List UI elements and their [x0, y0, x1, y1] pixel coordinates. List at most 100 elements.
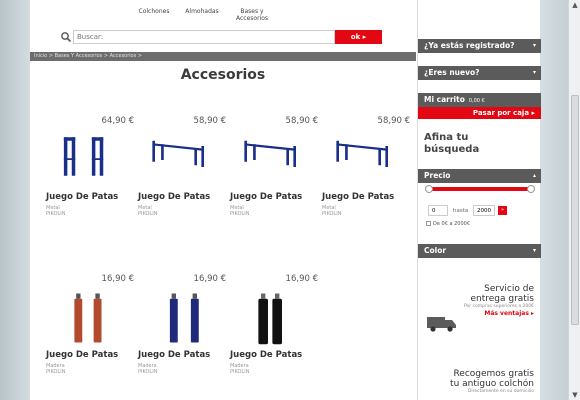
product-name[interactable]: Juego De Patas: [230, 350, 302, 360]
refine-title-line2: búsqueda: [424, 144, 480, 155]
breadcrumb[interactable]: Inicio > Bases Y Accesorios > Accesorios…: [30, 52, 416, 61]
product-price: 58,90 €: [377, 116, 410, 126]
product-image[interactable]: [234, 290, 316, 346]
product-brand: PIKOLIN: [138, 369, 158, 375]
cart-bar[interactable]: Mi carrito 0,00 €: [418, 93, 541, 107]
promo-mattress-pickup: Recogemos gratis tu antiguo colchón Dire…: [450, 369, 534, 395]
chevron-down-icon: ▴: [532, 172, 536, 179]
promo2-subtitle: Directamente en su domicilio: [467, 389, 534, 394]
product-price: 58,90 €: [193, 116, 226, 126]
new-user-bar[interactable]: ¿Eres nuevo? ▾: [418, 66, 541, 80]
chevron-down-icon: ▾: [532, 42, 536, 49]
chevron-down-icon: ▾: [532, 69, 536, 76]
product-price: 58,90 €: [285, 116, 318, 126]
product-card[interactable]: 16,90 € Juego De Patas Madera PIKOLIN: [138, 274, 228, 394]
price-checkbox[interactable]: De 0€ a 2000€: [426, 221, 470, 227]
promo1-title-line2: entrega gratis: [470, 294, 534, 304]
sidebar: ¿Ya estás registrado? ▾ ¿Eres nuevo? ▾ Mi …: [417, 0, 541, 400]
background-left: [0, 0, 30, 400]
nav-bases-line2: Accesorios: [235, 15, 268, 22]
page-title: Accesorios: [180, 67, 266, 83]
checkbox-icon[interactable]: [426, 221, 431, 226]
product-name[interactable]: Juego De Patas: [138, 350, 210, 360]
product-brand: PIKOLIN: [230, 211, 250, 217]
product-name[interactable]: Juego De Patas: [230, 192, 302, 202]
product-brand: PIKOLIN: [138, 211, 158, 217]
new-user-label: ¿Eres nuevo?: [424, 68, 480, 77]
promo1-link-label: Más ventajas: [484, 310, 529, 317]
price-slider-max-handle[interactable]: [527, 185, 535, 193]
search-ok-label: ok: [350, 33, 361, 41]
product-image[interactable]: [142, 290, 224, 346]
scrollbar[interactable]: ▲ ▼: [568, 0, 580, 400]
product-image[interactable]: [142, 132, 224, 188]
cart-label: Mi carrito: [424, 95, 465, 104]
product-meta: Metal PIKOLIN: [230, 205, 249, 217]
product-name[interactable]: Juego De Patas: [322, 192, 394, 202]
promo1-title-line1: Servicio de: [484, 284, 534, 294]
color-filter-label: Color: [424, 246, 447, 255]
price-apply-button[interactable]: »: [498, 206, 507, 215]
refine-title-line1: Afina tu: [424, 132, 469, 143]
top-nav: Colchones Almohadas Bases y Accesorios: [30, 8, 416, 30]
product-card[interactable]: 16,90 € Juego De Patas Madera PIKOLIN: [230, 274, 320, 394]
nav-bases[interactable]: Bases y Accesorios: [230, 8, 274, 22]
product-name[interactable]: Juego De Patas: [138, 192, 210, 202]
chevron-down-icon: ▾: [532, 247, 536, 254]
price-min-input[interactable]: [428, 205, 448, 216]
product-card[interactable]: 58,90 € Juego De Patas Metal PIKOLIN: [322, 116, 412, 236]
page: Colchones Almohadas Bases y Accesorios o…: [30, 0, 541, 400]
product-card[interactable]: 58,90 € Juego De Patas Metal PIKOLIN: [138, 116, 228, 236]
search-bar: ok ▸: [60, 30, 382, 44]
product-price: 16,90 €: [193, 274, 226, 284]
product-meta: Madera PIKOLIN: [138, 363, 157, 375]
nav-colchones[interactable]: Colchones: [134, 8, 174, 15]
product-brand: PIKOLIN: [46, 369, 66, 375]
registered-bar[interactable]: ¿Ya estás registrado? ▾: [418, 39, 541, 53]
product-name[interactable]: Juego De Patas: [46, 192, 118, 202]
product-price: 64,90 €: [101, 116, 134, 126]
product-meta: Metal PIKOLIN: [46, 205, 65, 217]
product-brand: PIKOLIN: [46, 211, 66, 217]
checkout-button[interactable]: Pasar por caja ▸: [418, 107, 541, 119]
background-right: [540, 0, 568, 400]
promo-free-delivery: Servicio de entrega gratis Por compras s…: [464, 284, 534, 317]
price-max-input[interactable]: [473, 205, 495, 216]
nav-almohadas[interactable]: Almohadas: [182, 8, 222, 15]
truck-icon: [427, 317, 456, 332]
refine-title: Afina tu búsqueda: [424, 132, 479, 156]
price-range: hasta »: [428, 205, 533, 217]
product-meta: Metal PIKOLIN: [322, 205, 341, 217]
registered-label: ¿Ya estás registrado?: [424, 41, 515, 50]
product-brand: PIKOLIN: [322, 211, 342, 217]
search-ok-button[interactable]: ok ▸: [335, 30, 382, 44]
promo2-title-line2: tu antiguo colchón: [450, 379, 534, 389]
scroll-down-icon[interactable]: ▼: [571, 391, 579, 399]
price-to-label: hasta: [453, 208, 469, 214]
product-card[interactable]: 64,90 € Juego De Patas Metal PIKOLIN: [46, 116, 136, 236]
search-icon[interactable]: [60, 31, 72, 43]
color-filter-bar[interactable]: Color ▾: [418, 244, 541, 258]
product-image[interactable]: [50, 290, 132, 346]
scroll-up-icon[interactable]: ▲: [571, 1, 579, 9]
product-card[interactable]: 16,90 € Juego De Patas Madera PIKOLIN: [46, 274, 136, 394]
scrollbar-thumb[interactable]: [571, 95, 579, 325]
nav-bases-line1: Bases y: [240, 8, 264, 15]
promo1-link[interactable]: Más ventajas ▸: [464, 310, 534, 317]
price-checkbox-label: De 0€ a 2000€: [433, 221, 471, 227]
product-price: 16,90 €: [101, 274, 134, 284]
product-meta: Madera PIKOLIN: [46, 363, 65, 375]
price-filter-label: Precio: [424, 171, 451, 180]
price-filter-bar[interactable]: Precio ▴: [418, 169, 541, 183]
product-image[interactable]: [50, 132, 132, 188]
product-price: 16,90 €: [285, 274, 318, 284]
product-image[interactable]: [234, 132, 316, 188]
price-slider[interactable]: [425, 185, 535, 193]
checkout-label: Pasar por caja: [472, 109, 530, 117]
search-input[interactable]: [73, 30, 335, 44]
product-brand: PIKOLIN: [230, 369, 250, 375]
price-slider-min-handle[interactable]: [425, 185, 433, 193]
product-image[interactable]: [326, 132, 408, 188]
product-name[interactable]: Juego De Patas: [46, 350, 118, 360]
product-card[interactable]: 58,90 € Juego De Patas Metal PIKOLIN: [230, 116, 320, 236]
